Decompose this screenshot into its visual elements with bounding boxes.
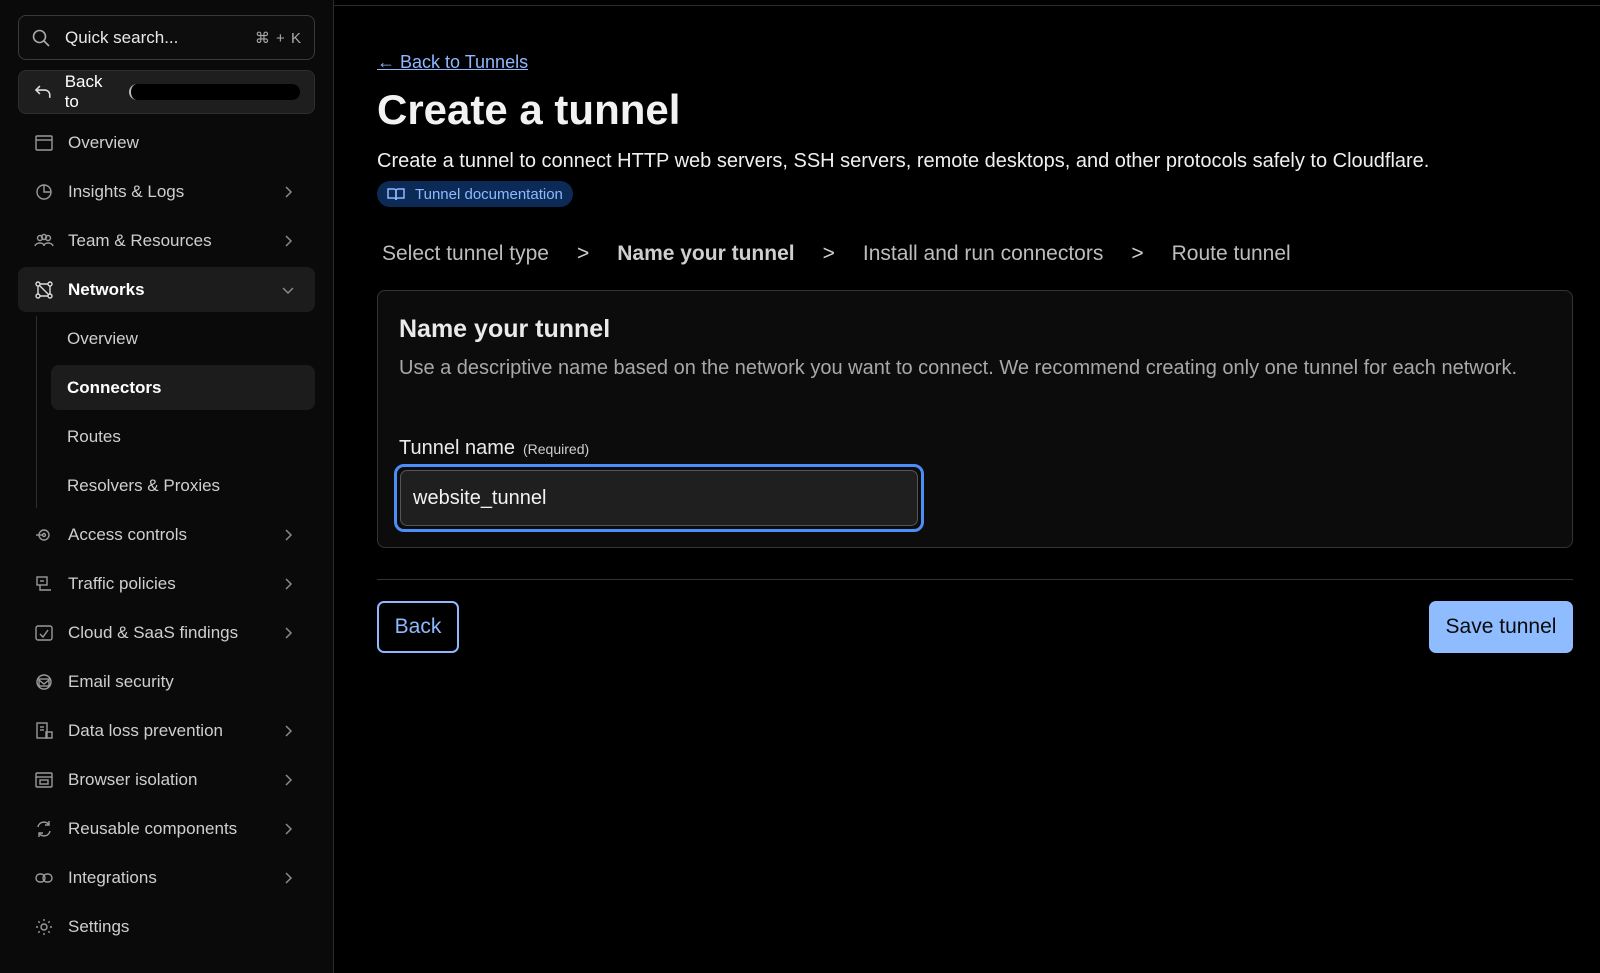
sidebar-item-email-security[interactable]: Email security: [18, 659, 315, 704]
search-icon: [32, 29, 50, 47]
step-route-tunnel: Route tunnel: [1171, 242, 1291, 265]
traffic-icon: [36, 575, 51, 591]
sidebar-item-insights-logs[interactable]: Insights & Logs: [18, 169, 315, 214]
stepper: Select tunnel type > Name your tunnel > …: [382, 242, 1291, 266]
sidebar-item-access-controls[interactable]: Access controls: [18, 512, 315, 557]
step-name-your-tunnel: Name your tunnel: [617, 242, 795, 265]
sidebar-item-label: Data loss prevention: [68, 720, 223, 740]
access-icon: [36, 528, 50, 541]
pie-chart-icon: [36, 183, 52, 200]
window-icon: [35, 134, 53, 151]
sidebar-item-settings[interactable]: Settings: [18, 904, 315, 949]
required-indicator: (Required): [523, 441, 590, 457]
users-icon: [34, 233, 54, 246]
sidebar-item-label: Insights & Logs: [68, 181, 185, 201]
sidebar-item-overview[interactable]: Overview: [18, 120, 315, 165]
sidebar-item-data-loss-prevention[interactable]: Data loss prevention: [18, 708, 315, 753]
browser-icon: [35, 771, 53, 788]
sidebar-item-label: Traffic policies: [68, 573, 176, 593]
back-to-tunnels-link[interactable]: ← Back to Tunnels: [377, 52, 528, 73]
step-select-tunnel-type: Select tunnel type: [382, 242, 549, 265]
sidebar-item-integrations[interactable]: Integrations: [18, 855, 315, 900]
sidebar-item-label: Overview: [68, 132, 139, 152]
chevron-right-icon: [285, 773, 293, 786]
tunnel-name-focus-ring: [394, 464, 924, 532]
page-description: Create a tunnel to connect HTTP web serv…: [377, 150, 1430, 172]
page-title: Create a tunnel: [377, 86, 681, 133]
step-separator: >: [1131, 242, 1144, 265]
subnav-item-overview[interactable]: Overview: [51, 316, 315, 361]
save-tunnel-button[interactable]: Save tunnel: [1429, 601, 1573, 653]
gear-icon: [36, 918, 52, 935]
tunnel-name-label: Tunnel name (Required): [399, 437, 589, 460]
sidebar-item-label: Integrations: [68, 867, 157, 887]
chevron-right-icon: [285, 871, 293, 884]
sidebar-item-label: Settings: [68, 916, 130, 936]
chevron-right-icon: [285, 185, 293, 198]
sidebar-item-label: Team & Resources: [68, 230, 212, 250]
sidebar-item-label: Email security: [68, 671, 174, 691]
search-placeholder: Quick search...: [65, 27, 179, 47]
book-icon: [387, 188, 405, 201]
sidebar-item-team-resources[interactable]: Team & Resources: [18, 218, 315, 263]
sidebar-nav: Overview Insights & Logs Team & Resources N…: [18, 120, 315, 953]
chevron-right-icon: [285, 528, 293, 541]
back-to-label: Back to: [64, 72, 103, 111]
quick-search[interactable]: Quick search... ⌘ + K: [18, 15, 315, 60]
step-separator: >: [576, 242, 590, 265]
email-security-icon: [36, 673, 52, 690]
sidebar-item-reusable-components[interactable]: Reusable components: [18, 806, 315, 851]
search-shortcut: ⌘ + K: [254, 29, 302, 47]
return-arrow-icon: [34, 85, 51, 98]
chevron-down-icon: [282, 286, 294, 294]
sidebar-item-label: Browser isolation: [68, 769, 198, 789]
sidebar-item-traffic-policies[interactable]: Traffic policies: [18, 561, 315, 606]
card-title: Name your tunnel: [399, 315, 611, 343]
sidebar-item-browser-isolation[interactable]: Browser isolation: [18, 757, 315, 802]
chevron-right-icon: [285, 577, 293, 590]
chevron-right-icon: [285, 626, 293, 639]
sidebar: Quick search... ⌘ + K Back to Overview In…: [0, 0, 334, 973]
sidebar-item-label: Access controls: [68, 524, 188, 544]
back-button[interactable]: Back: [377, 601, 459, 653]
sidebar-item-networks[interactable]: Networks: [18, 267, 315, 312]
back-to-account-button[interactable]: Back to: [18, 70, 315, 114]
link-icon: [35, 872, 53, 883]
step-separator: >: [822, 242, 835, 265]
actions-divider: [377, 579, 1573, 580]
top-divider: [334, 0, 1600, 6]
chevron-right-icon: [285, 724, 293, 737]
sidebar-item-label: Networks: [68, 279, 145, 299]
sidebar-item-cloud-saas-findings[interactable]: Cloud & SaaS findings: [18, 610, 315, 655]
sidebar-item-label: Reusable components: [68, 818, 238, 838]
tunnel-documentation-link[interactable]: Tunnel documentation: [377, 181, 573, 207]
card-description: Use a descriptive name based on the netw…: [399, 357, 1518, 379]
tunnel-name-input[interactable]: [400, 470, 918, 526]
sidebar-item-label: Cloud & SaaS findings: [68, 622, 239, 642]
networks-subnav: Overview Connectors Routes Resolvers & Prox…: [36, 316, 315, 508]
subnav-item-resolvers-proxies[interactable]: Resolvers & Proxies: [51, 463, 315, 508]
tunnel-documentation-label: Tunnel documentation: [415, 185, 563, 203]
name-tunnel-card: Name your tunnel Use a descriptive name …: [377, 290, 1573, 548]
subnav-item-connectors[interactable]: Connectors: [51, 365, 315, 410]
subnav-item-routes[interactable]: Routes: [51, 414, 315, 459]
redacted-account-name: [128, 84, 300, 100]
chevron-right-icon: [285, 234, 293, 247]
tunnel-name-label-text: Tunnel name: [399, 437, 515, 459]
chevron-right-icon: [285, 822, 293, 835]
dlp-icon: [36, 721, 53, 739]
network-icon: [35, 280, 53, 299]
cloud-check-icon: [35, 624, 53, 641]
refresh-icon: [37, 820, 51, 837]
step-install-run-connectors: Install and run connectors: [862, 242, 1104, 265]
